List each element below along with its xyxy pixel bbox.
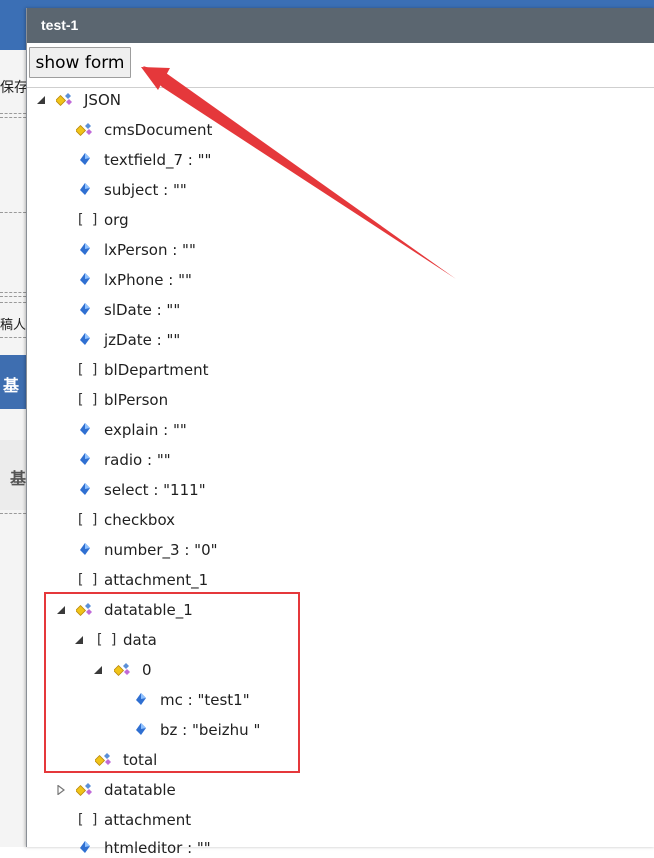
array-icon: [ ] — [76, 362, 99, 378]
tree-node-label: subject : "" — [104, 181, 187, 199]
show-form-button[interactable]: show form — [29, 47, 131, 78]
array-icon: [ ] — [76, 392, 99, 408]
background-save-text: 保存 — [0, 80, 28, 96]
tree-node-label: attachment — [104, 811, 192, 829]
background-section-text-2: 基 — [10, 469, 27, 488]
value-icon — [76, 451, 94, 469]
value-icon — [76, 839, 94, 857]
value-icon — [76, 541, 94, 559]
object-icon — [56, 91, 74, 109]
array-icon: [ ] — [76, 212, 99, 228]
tree-collapsed-toggle-icon[interactable] — [56, 785, 66, 795]
array-icon: [ ] — [76, 572, 99, 588]
value-icon — [76, 421, 94, 439]
value-icon — [76, 481, 94, 499]
array-icon: [ ] — [76, 812, 99, 828]
tree-node-label: htmleditor : "" — [104, 839, 211, 857]
tree-node-label: org — [104, 211, 129, 229]
tree-node-label: select : "111" — [104, 481, 206, 499]
dialog-titlebar[interactable]: test-1 — [27, 8, 654, 43]
tree-node-label: lxPerson : "" — [104, 241, 196, 259]
value-icon — [76, 151, 94, 169]
tree-node-label: lxPhone : "" — [104, 271, 192, 289]
tree-expanded-toggle-icon[interactable] — [36, 95, 46, 105]
tree-node-label: number_3 : "0" — [104, 541, 218, 559]
value-icon — [76, 331, 94, 349]
toolbar-divider — [27, 87, 654, 88]
tree-node-label: radio : "" — [104, 451, 171, 469]
object-icon — [76, 121, 94, 139]
background-divider — [0, 113, 26, 114]
object-icon — [76, 781, 94, 799]
background-author-text: 稿人 — [0, 318, 27, 333]
tree-node-label: attachment_1 — [104, 571, 209, 589]
value-icon — [76, 271, 94, 289]
tree-node-label: cmsDocument — [104, 121, 213, 139]
tree-node-label: blDepartment — [104, 361, 209, 379]
background-divider — [0, 513, 26, 514]
dialog-title: test-1 — [41, 17, 79, 33]
background-divider — [0, 302, 26, 303]
value-icon — [76, 301, 94, 319]
tree-node-label: explain : "" — [104, 421, 187, 439]
tree-node-label: slDate : "" — [104, 301, 181, 319]
tree-node-label: datatable — [104, 781, 176, 799]
tree-node-label: JSON — [84, 91, 121, 109]
tree-node-label: jzDate : "" — [104, 331, 181, 349]
annotation-highlight-box — [44, 592, 300, 773]
tree-node-label: textfield_7 : "" — [104, 151, 212, 169]
background-divider — [0, 117, 26, 118]
background-divider — [0, 292, 26, 293]
background-divider — [0, 296, 26, 297]
background-divider — [0, 337, 26, 338]
value-icon — [76, 181, 94, 199]
tree-node-label: blPerson — [104, 391, 169, 409]
value-icon — [76, 241, 94, 259]
array-icon: [ ] — [76, 512, 99, 528]
background-section-text: 基 — [3, 376, 20, 395]
tree-node-label: checkbox — [104, 511, 176, 529]
background-divider — [0, 212, 26, 213]
